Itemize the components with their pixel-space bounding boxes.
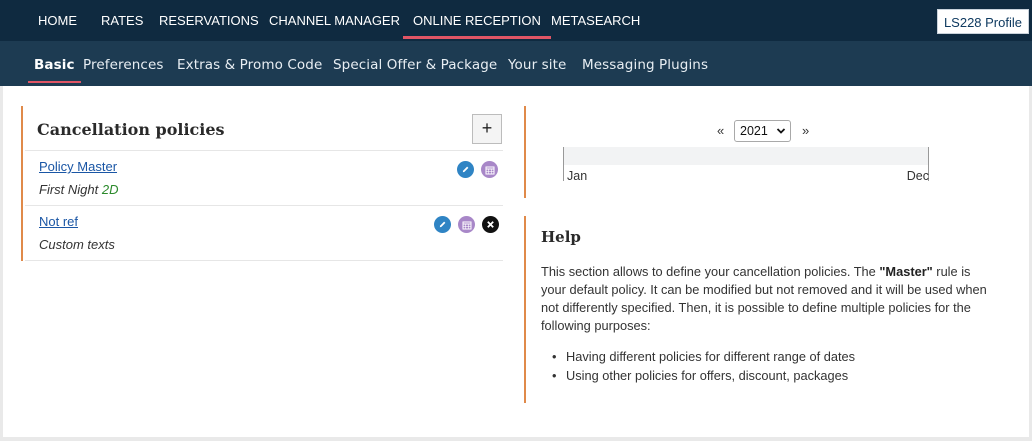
- sub-navigation: Basic Preferences Extras & Promo Code Sp…: [0, 41, 1032, 86]
- timeline-start-label: Jan: [567, 169, 588, 183]
- subnav-preferences[interactable]: Preferences: [83, 41, 164, 86]
- divider: [25, 150, 503, 151]
- delete-icon[interactable]: [482, 216, 499, 233]
- calendar-icon[interactable]: [458, 216, 475, 233]
- year-select[interactable]: 2021: [734, 120, 791, 142]
- next-year-button[interactable]: »: [802, 123, 809, 138]
- policy-link-master[interactable]: Policy Master: [39, 159, 117, 174]
- top-navigation: HOME RATES RESERVATIONS CHANNEL MANAGER …: [0, 0, 1032, 41]
- help-text-bold: "Master": [879, 264, 933, 279]
- nav-home[interactable]: HOME: [38, 0, 77, 41]
- policy-subtitle: Custom texts: [39, 237, 115, 252]
- timeline-tick: [563, 165, 564, 181]
- edit-icon[interactable]: [457, 161, 474, 178]
- help-bullet: Having different policies for different …: [552, 348, 855, 367]
- edit-icon[interactable]: [434, 216, 451, 233]
- help-title: Help: [541, 228, 581, 246]
- subnav-extras-promo-code[interactable]: Extras & Promo Code: [177, 41, 322, 86]
- subnav-messaging-plugins[interactable]: Messaging Plugins: [582, 41, 708, 86]
- nav-rates[interactable]: RATES: [101, 0, 143, 41]
- cancellation-policies-panel: Cancellation policies + Policy Master Fi…: [21, 106, 503, 261]
- nav-online-reception[interactable]: ONLINE RECEPTION: [403, 0, 551, 41]
- policy-subtitle-text: First Night: [39, 182, 99, 197]
- nav-metasearch[interactable]: METASEARCH: [551, 0, 640, 41]
- panel-title: Cancellation policies: [37, 120, 225, 139]
- timeline-end-label: Dec: [906, 169, 929, 183]
- chevron-down-icon: [776, 122, 786, 147]
- year-timeline: Jan Dec: [563, 147, 929, 183]
- help-text: This section allows to define your cance…: [541, 263, 991, 335]
- divider: [25, 205, 503, 206]
- timeline-bar: [563, 147, 929, 165]
- prev-year-button[interactable]: «: [717, 123, 724, 138]
- year-select-value: 2021: [740, 124, 768, 138]
- help-bullet: Using other policies for offers, discoun…: [552, 367, 855, 386]
- nav-channel-manager[interactable]: CHANNEL MANAGER: [269, 0, 400, 41]
- policy-link-not-ref[interactable]: Not ref: [39, 214, 78, 229]
- subnav-special-offer-package[interactable]: Special Offer & Package: [333, 41, 497, 86]
- add-policy-button[interactable]: +: [472, 114, 502, 144]
- subnav-your-site[interactable]: Your site: [508, 41, 566, 86]
- calendar-icon[interactable]: [481, 161, 498, 178]
- help-bullet-list: Having different policies for different …: [552, 348, 855, 386]
- policy-days-badge: 2D: [101, 182, 119, 197]
- divider: [25, 260, 503, 261]
- main-content: Cancellation policies + Policy Master Fi…: [3, 86, 1029, 437]
- policy-subtitle: First Night 2D: [39, 182, 118, 197]
- help-text-part: This section allows to define your cance…: [541, 264, 880, 279]
- profile-button[interactable]: LS228 Profile: [936, 9, 1029, 34]
- subnav-basic[interactable]: Basic: [28, 41, 81, 86]
- nav-reservations[interactable]: RESERVATIONS: [159, 0, 259, 41]
